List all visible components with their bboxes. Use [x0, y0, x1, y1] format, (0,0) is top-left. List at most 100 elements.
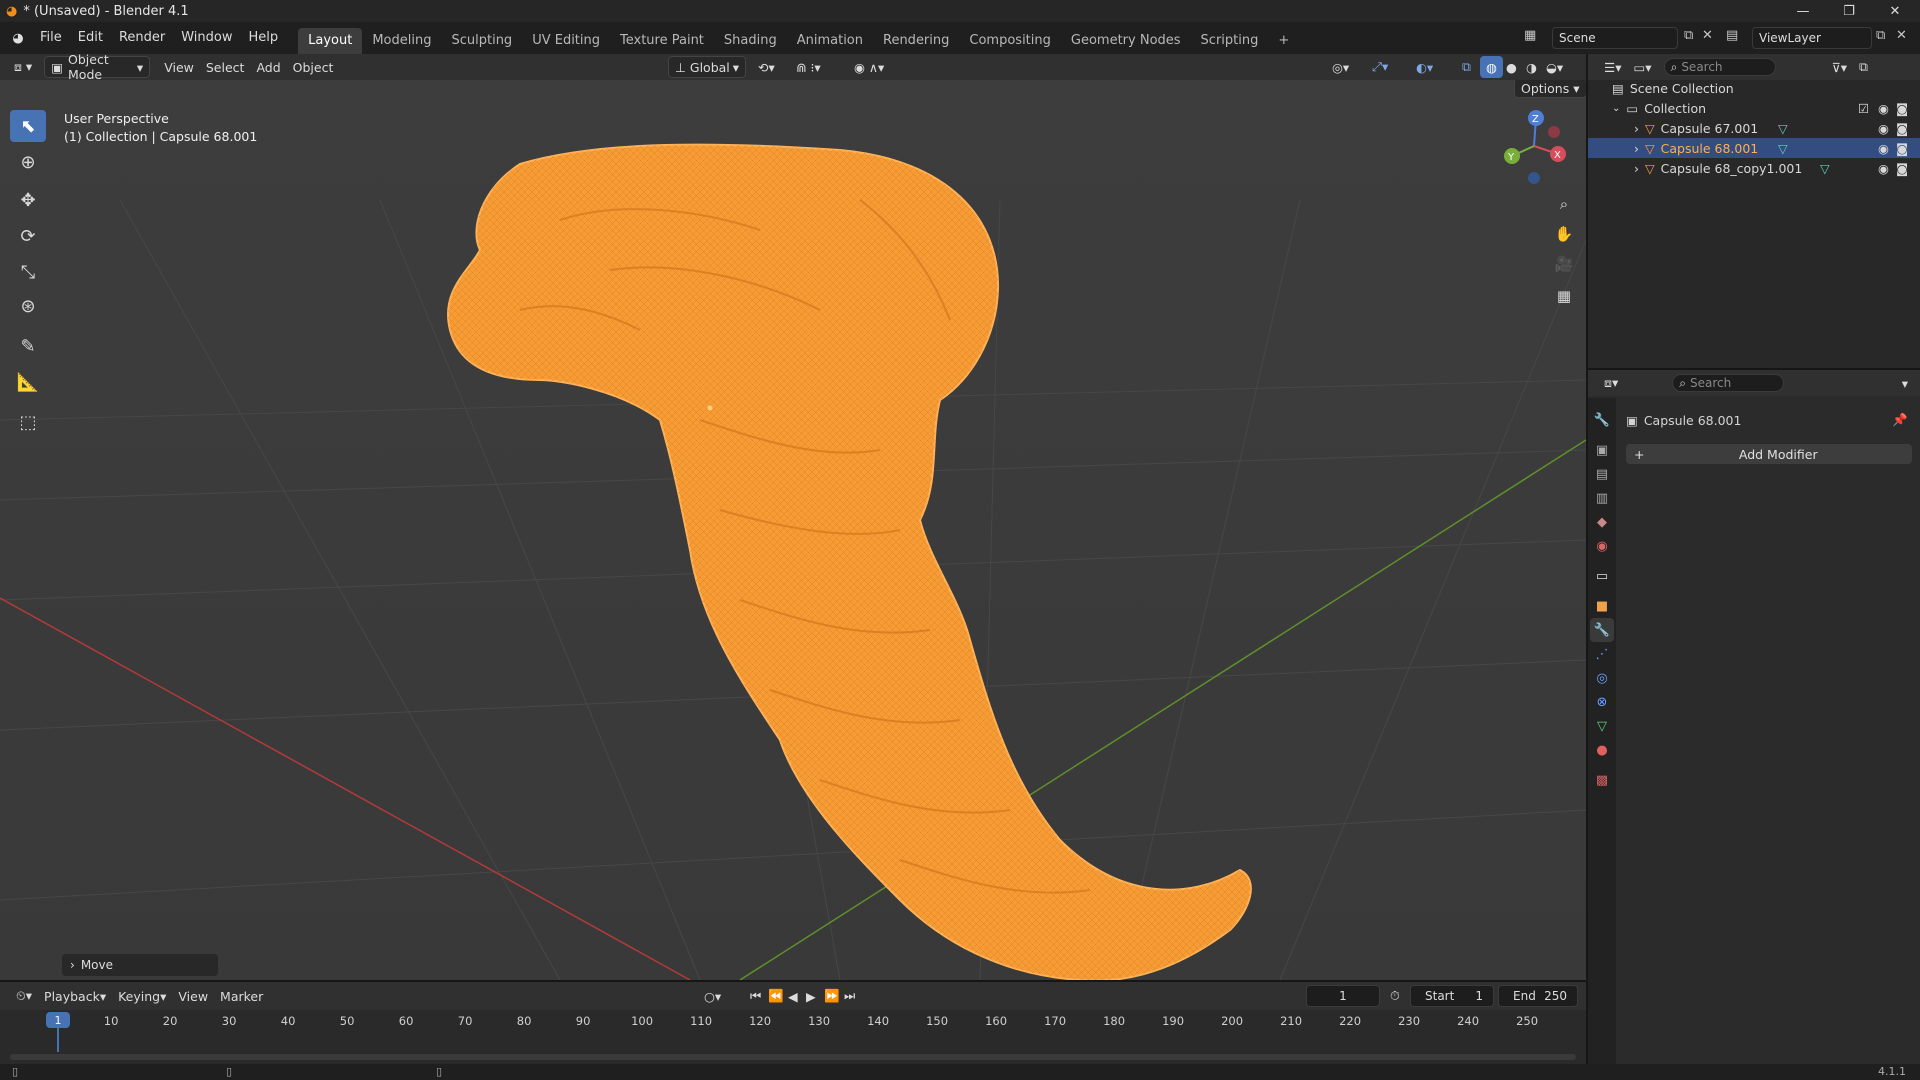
tab-rendering[interactable]: Rendering [873, 28, 959, 54]
outliner-object-row[interactable]: › ▽ Capsule 67.001 ▽ ◉ ◙ [1588, 118, 1920, 138]
scene-tab-icon[interactable]: ◆ [1590, 510, 1614, 534]
frame-ruler[interactable]: 1102030405060708090100110120130140150160… [0, 1010, 1586, 1064]
menu-add[interactable]: Add [250, 56, 286, 78]
view-layer-tab-icon[interactable]: ▥ [1590, 486, 1614, 510]
render-tab-icon[interactable]: ▣ [1590, 438, 1614, 462]
transform-orientation-dropdown[interactable]: ⊥ Global ▾ [668, 56, 746, 78]
mode-dropdown[interactable]: ▣ Object Mode ▾ [44, 52, 151, 82]
minimize-button[interactable]: — [1780, 0, 1826, 22]
eye-icon[interactable]: ◉ [1878, 101, 1889, 116]
scale-tool[interactable]: ⤡ [10, 256, 46, 288]
tab-uv-editing[interactable]: UV Editing [522, 28, 610, 54]
close-button[interactable]: ✕ [1872, 0, 1918, 22]
mesh-data-icon[interactable]: ▽ [1778, 141, 1788, 156]
physics-tab-icon[interactable]: ◎ [1590, 666, 1614, 690]
tab-sculpting[interactable]: Sculpting [441, 28, 522, 54]
outliner-object-row[interactable]: › ▽ Capsule 68_copy1.001 ▽ ◉ ◙ [1588, 158, 1920, 178]
tab-layout[interactable]: Layout [298, 28, 363, 54]
collection-row[interactable]: ⌄ ▭ Collection ☑ ◉ ◙ [1588, 98, 1920, 118]
gizmo-toggle-icon[interactable]: ⤢▾ [1366, 56, 1394, 78]
delete-scene-icon[interactable]: ✕ [1702, 28, 1713, 43]
tab-animation[interactable]: Animation [787, 28, 873, 54]
menu-window[interactable]: Window [173, 26, 240, 50]
transform-tool[interactable]: ⊛ [10, 290, 46, 322]
gizmo-neg-y-handle[interactable] [1548, 126, 1560, 138]
cursor-tool[interactable]: ⊕ [10, 146, 46, 178]
playhead[interactable]: 1 [46, 1012, 70, 1028]
chevron-down-icon[interactable]: ⌄ [1612, 103, 1620, 114]
scene-selector-icon[interactable]: ▦ [1524, 28, 1536, 43]
preview-range-icon[interactable]: ⏱ [1384, 985, 1406, 1007]
chevron-right-icon[interactable]: › [1634, 141, 1639, 156]
constraints-tab-icon[interactable]: ⊗ [1590, 690, 1614, 714]
tool-tab-icon[interactable]: 🔧 [1590, 408, 1614, 432]
texture-tab-icon[interactable]: ▩ [1590, 768, 1614, 792]
camera-icon[interactable]: ◙ [1896, 141, 1908, 156]
mesh-data-icon[interactable]: ▽ [1820, 161, 1830, 176]
rotate-tool[interactable]: ⟳ [10, 220, 46, 252]
timeline-editor-type-icon[interactable]: ⏲▾ [10, 985, 38, 1007]
scene-field[interactable]: Scene [1552, 27, 1678, 49]
tab-compositing[interactable]: Compositing [959, 28, 1061, 54]
snap-icon[interactable]: ⋒ ⁝▾ [790, 56, 827, 78]
scene-collection-row[interactable]: ▤ Scene Collection [1588, 78, 1920, 98]
eye-icon[interactable]: ◉ [1878, 141, 1889, 156]
annotate-tool[interactable]: ✎ [10, 330, 46, 362]
tab-texture-paint[interactable]: Texture Paint [610, 28, 714, 54]
camera-view-icon[interactable]: 🎥 [1550, 250, 1578, 278]
add-workspace-button[interactable]: + [1268, 28, 1299, 54]
options-dropdown[interactable]: Options ▾ [1514, 80, 1586, 98]
chevron-down-icon[interactable]: ▾ [1896, 372, 1914, 394]
move-tool[interactable]: ✥ [10, 184, 46, 216]
delete-viewlayer-icon[interactable]: ✕ [1896, 28, 1907, 43]
tab-geometry-nodes[interactable]: Geometry Nodes [1061, 28, 1191, 54]
xray-toggle-icon[interactable]: ⧉ [1456, 56, 1477, 78]
overlay-toggle-icon[interactable]: ◐▾ [1410, 56, 1439, 78]
proportional-editing-icon[interactable]: ◉ ∧▾ [848, 56, 890, 78]
mesh-data-icon[interactable]: ▽ [1778, 121, 1788, 136]
camera-icon[interactable]: ◙ [1896, 121, 1908, 136]
tab-modeling[interactable]: Modeling [362, 28, 441, 54]
menu-help[interactable]: Help [241, 26, 287, 50]
add-modifier-button[interactable]: + Add Modifier [1626, 444, 1912, 464]
chevron-right-icon[interactable]: › [1634, 161, 1639, 176]
zoom-icon[interactable]: ⌕ [1550, 190, 1578, 218]
menu-marker[interactable]: Marker [214, 985, 269, 1007]
last-operator-panel[interactable]: › Move [62, 954, 218, 976]
measure-tool[interactable]: 📐 [10, 366, 46, 398]
perspective-toggle-icon[interactable]: ▦ [1550, 282, 1578, 310]
menu-render[interactable]: Render [111, 26, 173, 50]
maximize-button[interactable]: ❐ [1826, 0, 1872, 22]
pin-icon[interactable]: 📌 [1892, 412, 1908, 428]
pan-hand-icon[interactable]: ✋ [1550, 220, 1578, 248]
blender-menu-icon[interactable]: ◕ [4, 31, 32, 46]
auto-keying-icon[interactable]: ○▾ [698, 985, 727, 1007]
navigation-gizmo[interactable]: Z X Y [1494, 106, 1574, 186]
rendered-shading-icon[interactable]: ◒▾ [1540, 56, 1569, 78]
properties-editor-type-icon[interactable]: ⧈▾ [1598, 372, 1624, 394]
data-tab-icon[interactable]: ▽ [1590, 714, 1614, 738]
gizmo-neg-z-handle[interactable] [1528, 172, 1540, 184]
select-box-tool[interactable]: ⬉ [10, 110, 46, 142]
collection-tab-icon[interactable]: ▭ [1590, 564, 1614, 588]
object-tab-icon[interactable]: ■ [1590, 594, 1614, 618]
eye-icon[interactable]: ◉ [1878, 161, 1889, 176]
properties-search-field[interactable]: ⌕ Search [1672, 374, 1785, 392]
menu-playback[interactable]: Playback ▾ [38, 985, 112, 1007]
menu-file[interactable]: File [32, 26, 70, 50]
output-tab-icon[interactable]: ▤ [1590, 462, 1614, 486]
outliner-editor-type-icon[interactable]: ☰▾ [1598, 56, 1627, 78]
chevron-right-icon[interactable]: › [1634, 121, 1639, 136]
eye-icon[interactable]: ◉ [1878, 121, 1889, 136]
current-frame-field[interactable]: 1 [1306, 985, 1380, 1007]
end-frame-field[interactable]: End 250 [1498, 985, 1578, 1007]
outliner-object-row-selected[interactable]: › ▽ Capsule 68.001 ▽ ◉ ◙ [1588, 138, 1920, 158]
new-scene-icon[interactable]: ⧉ [1684, 28, 1693, 43]
add-cube-tool[interactable]: ⬚ [10, 406, 46, 438]
tab-scripting[interactable]: Scripting [1191, 28, 1269, 54]
menu-timeline-view[interactable]: View [172, 985, 214, 1007]
new-viewlayer-icon[interactable]: ⧉ [1876, 28, 1885, 43]
camera-icon[interactable]: ◙ [1896, 101, 1908, 116]
camera-icon[interactable]: ◙ [1896, 161, 1908, 176]
particles-tab-icon[interactable]: ⋰ [1590, 642, 1614, 666]
